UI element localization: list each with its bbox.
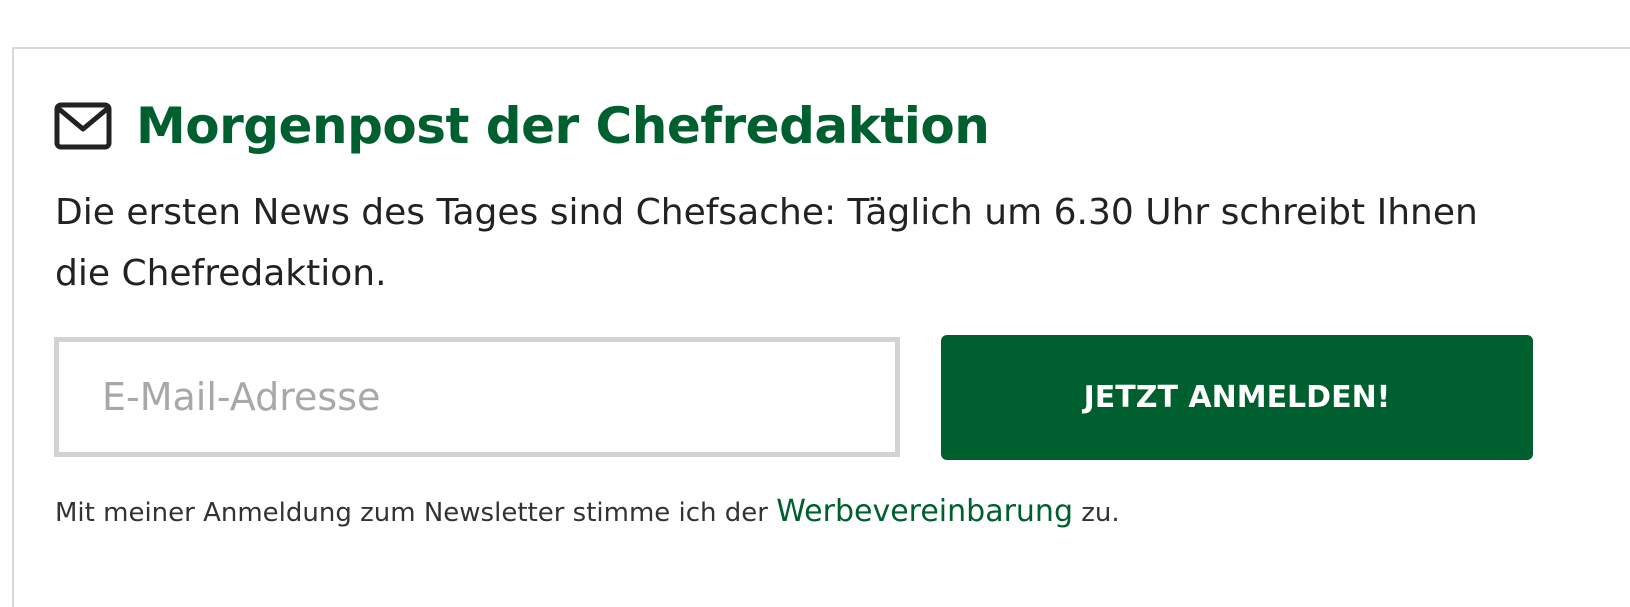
- werbevereinbarung-link[interactable]: Werbevereinbarung: [776, 494, 1073, 529]
- subscribe-button[interactable]: JETZT ANMELDEN!: [941, 335, 1533, 460]
- consent-suffix: zu.: [1072, 498, 1120, 528]
- consent-prefix: Mit meiner Anmeldung zum Newsletter stim…: [55, 498, 777, 528]
- mail-icon: [54, 102, 112, 150]
- newsletter-title: Morgenpost der Chefredaktion: [136, 97, 990, 155]
- newsletter-header: Morgenpost der Chefredaktion: [54, 96, 990, 156]
- email-field[interactable]: [54, 337, 900, 457]
- newsletter-description: Die ersten News des Tages sind Chefsache…: [55, 192, 1478, 294]
- consent-text: Mit meiner Anmeldung zum Newsletter stim…: [55, 494, 1120, 529]
